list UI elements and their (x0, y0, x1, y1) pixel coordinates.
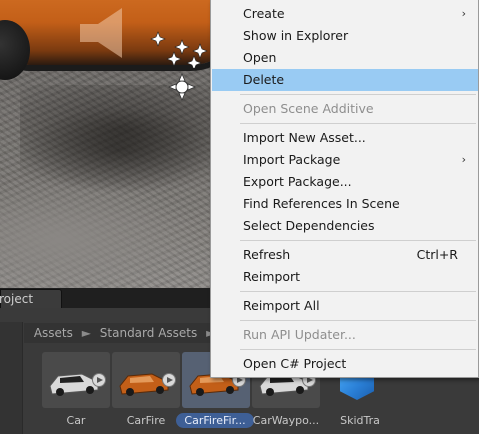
context-menu: Create › Show in Explorer Open Delete Op… (210, 0, 479, 378)
menu-item-reimport-all[interactable]: Reimport All (212, 295, 478, 317)
asset-label: SkidTra (340, 414, 380, 427)
menu-item-label: Delete (243, 72, 285, 87)
menu-separator (240, 320, 476, 321)
breadcrumb-item[interactable]: Standard Assets (100, 323, 197, 343)
submenu-arrow-icon: › (461, 153, 466, 166)
menu-item-label: Reimport All (243, 298, 320, 313)
menu-item-open-csharp-project[interactable]: Open C# Project (212, 353, 478, 375)
menu-item-open-scene-additive: Open Scene Additive (212, 98, 478, 120)
menu-item-label: Find References In Scene (243, 196, 400, 211)
asset-item[interactable]: CarFire (112, 352, 180, 434)
menu-item-export-package[interactable]: Export Package... (212, 171, 478, 193)
menu-item-label: Import Package (243, 152, 341, 167)
menu-item-label: Refresh (243, 247, 291, 262)
pivot-gizmo-icon[interactable] (168, 73, 196, 101)
menu-item-reimport[interactable]: Reimport (212, 266, 478, 288)
menu-item-label: Show in Explorer (243, 28, 349, 43)
menu-item-label: Open (243, 50, 277, 65)
menu-item-run-api-updater: Run API Updater... (212, 324, 478, 346)
menu-separator (240, 349, 476, 350)
breadcrumb-item[interactable]: Assets (34, 323, 73, 343)
menu-item-open[interactable]: Open (212, 47, 478, 69)
submenu-arrow-icon: › (461, 7, 466, 20)
menu-separator (240, 123, 476, 124)
audio-gizmo-cluster-icon[interactable] (148, 28, 212, 68)
audio-source-gizmo-icon[interactable] (76, 4, 136, 60)
menu-item-create[interactable]: Create › (212, 3, 478, 25)
folder-tree-pane[interactable] (0, 322, 23, 434)
asset-item[interactable]: Car (42, 352, 110, 434)
preview-play-icon[interactable] (162, 373, 176, 387)
menu-item-import-package[interactable]: Import Package › (212, 149, 478, 171)
asset-label: CarFireFir... (176, 413, 254, 428)
menu-item-label: Run API Updater... (243, 327, 356, 342)
preview-play-icon[interactable] (92, 373, 106, 387)
menu-item-label: Open C# Project (243, 356, 347, 371)
menu-separator (240, 94, 476, 95)
menu-item-shortcut: Ctrl+R (416, 247, 458, 262)
menu-item-label: Export Package... (243, 174, 352, 189)
asset-thumbnail (112, 352, 180, 408)
breadcrumb-separator: ► (81, 326, 91, 340)
asset-thumbnail (42, 352, 110, 408)
menu-item-label: Create (243, 6, 285, 21)
asset-label: CarWaypo... (252, 414, 320, 427)
menu-item-label: Open Scene Additive (243, 101, 374, 116)
menu-separator (240, 291, 476, 292)
menu-item-select-dependencies[interactable]: Select Dependencies (212, 215, 478, 237)
menu-item-show-in-explorer[interactable]: Show in Explorer (212, 25, 478, 47)
menu-item-delete[interactable]: Delete (212, 69, 478, 91)
tab-project[interactable]: roject (0, 289, 62, 308)
menu-item-find-references[interactable]: Find References In Scene (212, 193, 478, 215)
menu-item-label: Import New Asset... (243, 130, 366, 145)
menu-item-refresh[interactable]: Refresh Ctrl+R (212, 244, 478, 266)
menu-item-import-new-asset[interactable]: Import New Asset... (212, 127, 478, 149)
menu-item-label: Select Dependencies (243, 218, 375, 233)
menu-separator (240, 240, 476, 241)
menu-item-label: Reimport (243, 269, 301, 284)
